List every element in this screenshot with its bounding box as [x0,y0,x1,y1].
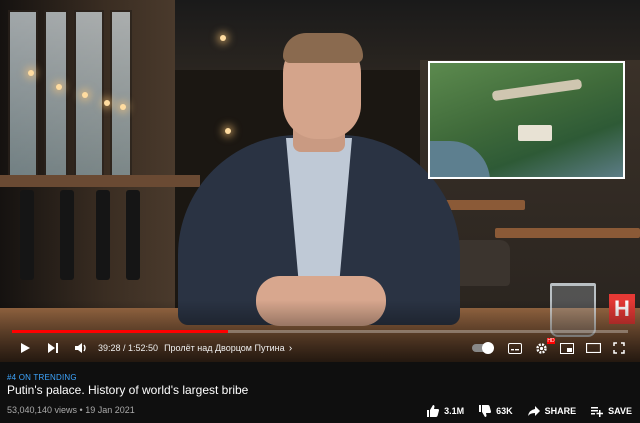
thumbs-up-icon [427,405,440,417]
aerial-inset-image [428,61,625,179]
next-icon[interactable] [42,337,64,359]
progress-bar[interactable] [12,330,628,333]
video-player[interactable]: H 39:28 / 1:52:50 Пролёт над Дворцом Пут… [0,0,640,362]
theater-mode-icon[interactable] [582,337,604,359]
view-count-date: 53,040,140 views • 19 Jan 2021 [7,405,135,415]
dislike-count: 63K [496,406,513,416]
lamp [120,104,126,110]
miniplayer-icon[interactable] [556,337,578,359]
playlist-add-icon [591,407,604,417]
inset-sea [430,141,490,177]
progress-bar-fill [12,330,228,333]
thumbs-down-icon [479,405,492,417]
share-icon [527,406,540,416]
player-controls: 39:28 / 1:52:50 Пролёт над Дворцом Путин… [0,336,640,360]
subtitles-icon[interactable] [504,337,526,359]
bar-stool [20,190,34,280]
dislike-button[interactable]: 63K [478,404,513,418]
gear-icon[interactable]: HD [530,337,555,359]
chapter-title[interactable]: Пролёт над Дворцом Путина [164,343,285,353]
video-info: #4 ON TRENDING Putin's palace. History o… [0,362,640,423]
time-display: 39:28 / 1:52:50 [98,343,159,353]
hd-badge: HD [547,338,555,344]
like-count: 3.1M [444,406,465,416]
bar-stool [60,190,74,280]
lamp [28,70,34,76]
restaurant-table [495,228,640,238]
save-button[interactable]: SAVE [590,404,632,418]
volume-icon[interactable] [70,337,92,359]
action-bar: 3.1M 63K SHARE SAVE [426,404,632,418]
lamp [220,35,226,41]
presenter-hair [283,33,363,63]
bar-stool [126,190,140,280]
lamp [56,84,62,90]
trending-badge[interactable]: #4 ON TRENDING [7,373,77,382]
window [74,10,104,180]
lamp [225,128,231,134]
save-label: SAVE [608,406,632,416]
chevron-right-icon[interactable]: › [285,337,297,359]
bar-counter [0,175,200,187]
autoplay-toggle-icon[interactable] [472,342,494,354]
fullscreen-icon[interactable] [608,337,630,359]
inset-road [491,78,583,102]
bar-stool [96,190,110,280]
play-icon[interactable] [14,337,36,359]
window [44,10,68,180]
lamp [82,92,88,98]
inset-palace [518,125,552,141]
share-label: SHARE [544,406,577,416]
like-button[interactable]: 3.1M [426,404,464,418]
window [110,10,132,180]
window [8,10,38,180]
lamp [104,100,110,106]
share-button[interactable]: SHARE [527,404,577,418]
video-title: Putin's palace. History of world's large… [7,383,249,397]
